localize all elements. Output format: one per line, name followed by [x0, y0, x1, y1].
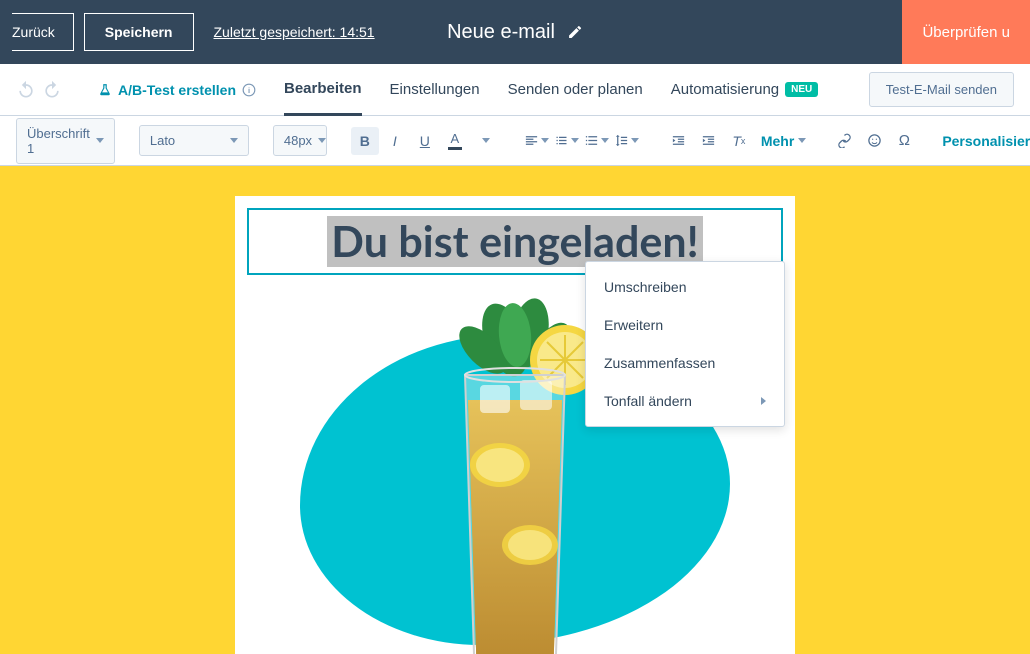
review-button[interactable]: Überprüfen u: [902, 0, 1030, 64]
text-color-caret[interactable]: [471, 127, 499, 155]
font-select[interactable]: Lato: [139, 125, 249, 156]
line-height-button[interactable]: [613, 127, 641, 155]
tab-edit[interactable]: Bearbeiten: [284, 64, 362, 116]
bold-button[interactable]: B: [351, 127, 379, 155]
caret-icon: [541, 138, 549, 143]
caret-icon: [601, 138, 609, 143]
caret-icon: [230, 138, 238, 143]
test-email-button[interactable]: Test-E-Mail senden: [869, 72, 1014, 107]
insert-group: Ω: [830, 127, 918, 155]
italic-button[interactable]: I: [381, 127, 409, 155]
info-icon: i: [242, 83, 256, 97]
personalize-button[interactable]: Personalisieren: [942, 133, 1030, 149]
edit-title-icon[interactable]: [567, 24, 583, 40]
outdent-button[interactable]: [665, 127, 693, 155]
align-group: [523, 127, 641, 155]
number-list-button[interactable]: [583, 127, 611, 155]
align-button[interactable]: [523, 127, 551, 155]
heading-text[interactable]: Du bist eingeladen!: [327, 216, 702, 267]
caret-icon: [96, 138, 104, 143]
menu-item-label: Tonfall ändern: [604, 393, 692, 409]
size-select-label: 48px: [284, 133, 312, 148]
style-select-label: Überschrift 1: [27, 126, 90, 156]
caret-icon: [798, 138, 806, 143]
indent-group: Tx: [665, 127, 753, 155]
menu-item-label: Erweitern: [604, 317, 663, 333]
undo-icon[interactable]: [16, 80, 36, 100]
svg-text:i: i: [248, 85, 250, 94]
special-char-button[interactable]: Ω: [890, 127, 918, 155]
email-body[interactable]: Du bist eingeladen!: [235, 196, 795, 654]
back-button[interactable]: Zurück: [12, 13, 74, 51]
tab-automation[interactable]: Automatisierung NEU: [671, 64, 819, 116]
tab-bar: A/B-Test erstellen i Bearbeiten Einstell…: [0, 64, 1030, 116]
clear-format-button[interactable]: Tx: [725, 127, 753, 155]
menu-item-tone[interactable]: Tonfall ändern: [586, 382, 784, 420]
menu-item-label: Umschreiben: [604, 279, 686, 295]
font-select-label: Lato: [150, 133, 175, 148]
history-buttons: [16, 80, 62, 100]
tab-automation-label: Automatisierung: [671, 81, 779, 98]
format-toolbar: Überschrift 1 Lato 48px B I U A Tx Mehr …: [0, 116, 1030, 166]
size-select[interactable]: 48px: [273, 125, 327, 156]
link-button[interactable]: [830, 127, 858, 155]
flask-icon: [98, 83, 112, 97]
menu-item-expand[interactable]: Erweitern: [586, 306, 784, 344]
caret-icon: [318, 138, 326, 143]
ai-context-menu: Umschreiben Erweitern Zusammenfassen Ton…: [585, 261, 785, 427]
style-select[interactable]: Überschrift 1: [16, 118, 115, 164]
menu-item-label: Zusammenfassen: [604, 355, 715, 371]
more-label: Mehr: [761, 133, 794, 149]
page-title: Neue e-mail: [447, 21, 555, 44]
bullet-list-button[interactable]: [553, 127, 581, 155]
chevron-right-icon: [761, 397, 766, 405]
text-color-button[interactable]: A: [441, 127, 469, 155]
ab-test-link[interactable]: A/B-Test erstellen i: [98, 82, 256, 98]
last-saved-link[interactable]: Zuletzt gespeichert: 14:51: [214, 24, 375, 40]
menu-item-rewrite[interactable]: Umschreiben: [586, 268, 784, 306]
page-title-wrap: Neue e-mail: [447, 21, 583, 44]
indent-button[interactable]: [695, 127, 723, 155]
new-badge: NEU: [785, 82, 818, 97]
save-button[interactable]: Speichern: [84, 13, 194, 51]
emoji-button[interactable]: [860, 127, 888, 155]
caret-icon: [631, 138, 639, 143]
more-dropdown[interactable]: Mehr: [761, 133, 806, 149]
tab-settings[interactable]: Einstellungen: [390, 64, 480, 116]
top-header: Zurück Speichern Zuletzt gespeichert: 14…: [0, 0, 1030, 64]
caret-icon: [571, 138, 579, 143]
menu-item-summarize[interactable]: Zusammenfassen: [586, 344, 784, 382]
tab-send[interactable]: Senden oder planen: [508, 64, 643, 116]
redo-icon[interactable]: [42, 80, 62, 100]
canvas: Du bist eingeladen!: [0, 166, 1030, 654]
text-style-group: B I U A: [351, 127, 499, 155]
ab-test-label: A/B-Test erstellen: [118, 82, 236, 98]
underline-button[interactable]: U: [411, 127, 439, 155]
